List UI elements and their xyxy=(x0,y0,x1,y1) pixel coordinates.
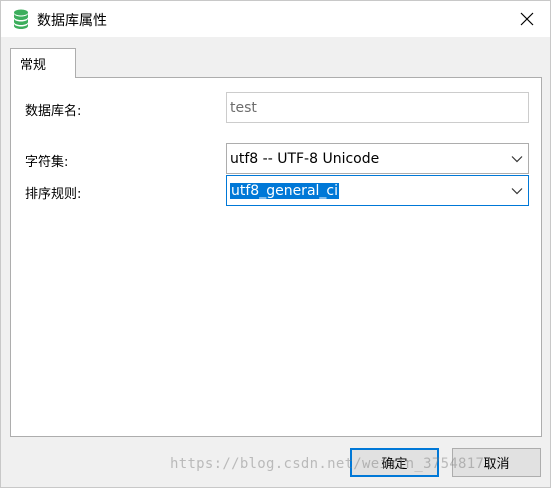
close-button[interactable] xyxy=(504,1,550,37)
chevron-down-icon xyxy=(511,188,523,195)
tab-general[interactable]: 常规 xyxy=(10,48,76,78)
db-name-input[interactable]: test xyxy=(226,92,529,123)
db-name-label: 数据库名: xyxy=(25,104,82,119)
database-icon xyxy=(13,9,29,29)
collation-label: 排序规则: xyxy=(25,187,82,202)
cancel-button[interactable]: 取消 xyxy=(452,448,541,477)
watermark: https://blog.csdn.net/weixin_37548171 xyxy=(170,456,493,472)
ok-button-label: 确定 xyxy=(381,457,408,472)
collation-select[interactable]: utf8_general_ci xyxy=(226,175,529,206)
charset-value: utf8 -- UTF-8 Unicode xyxy=(230,150,380,167)
charset-label: 字符集: xyxy=(25,155,69,170)
general-panel: 数据库名: test 字符集: utf8 -- UTF-8 Unicode 排序… xyxy=(10,77,542,437)
charset-select[interactable]: utf8 -- UTF-8 Unicode xyxy=(226,143,529,174)
dialog-window: 数据库属性 常规 数据库名: test 字符集: utf8 -- UTF-8 U… xyxy=(0,0,551,488)
window-title: 数据库属性 xyxy=(37,13,107,29)
tab-general-label: 常规 xyxy=(20,58,47,73)
title-bar: 数据库属性 xyxy=(1,1,550,37)
collation-value: utf8_general_ci xyxy=(230,182,339,199)
ok-button[interactable]: 确定 xyxy=(350,448,439,477)
db-name-value: test xyxy=(230,99,257,116)
cancel-button-label: 取消 xyxy=(483,457,510,472)
chevron-down-icon xyxy=(511,156,523,163)
close-icon xyxy=(520,12,534,26)
